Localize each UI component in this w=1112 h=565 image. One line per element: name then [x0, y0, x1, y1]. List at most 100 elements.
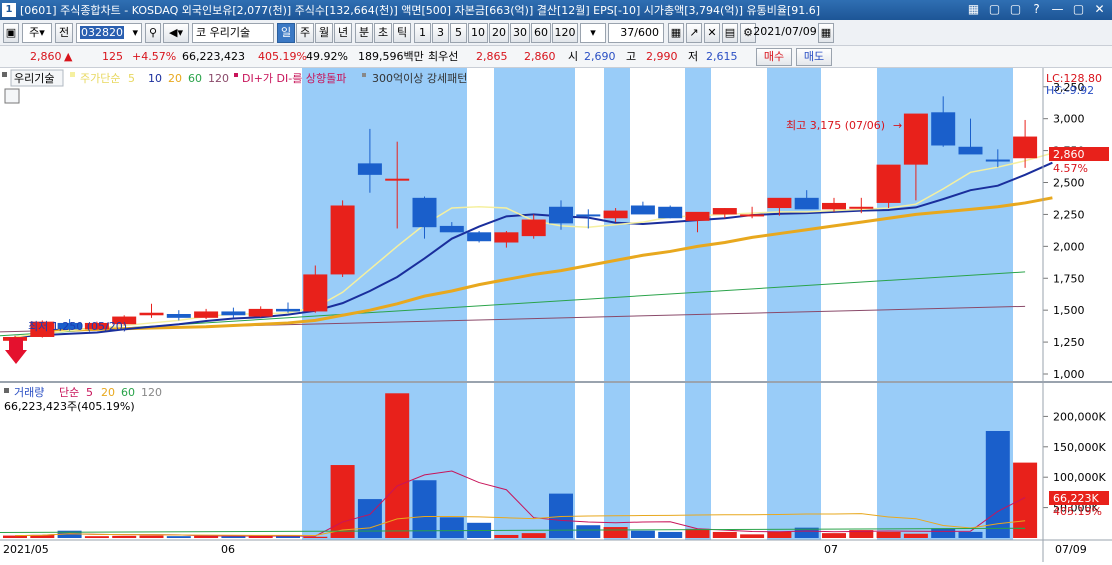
period-week-button[interactable]: 주: [296, 23, 314, 43]
candle-body[interactable]: [958, 146, 983, 155]
period-month-button[interactable]: 월: [315, 23, 333, 43]
line-tool-icon[interactable]: ↗: [686, 23, 702, 43]
help-icon[interactable]: ?: [1028, 1, 1045, 18]
minute-5-button[interactable]: 5: [450, 23, 467, 43]
candle-body[interactable]: [248, 308, 273, 317]
candle-body[interactable]: [903, 113, 928, 165]
grid-icon[interactable]: ▦: [668, 23, 684, 43]
candle-body[interactable]: [494, 232, 519, 243]
volume-bar[interactable]: [494, 534, 519, 538]
candle-body[interactable]: [685, 211, 710, 221]
volume-bar[interactable]: [958, 531, 983, 538]
minute-1-button[interactable]: 1: [414, 23, 431, 43]
candle-body[interactable]: [1013, 136, 1038, 159]
candle-body[interactable]: [194, 311, 219, 318]
count-field[interactable]: 37/600: [608, 23, 664, 43]
candle-body[interactable]: [467, 232, 492, 242]
volume-bar[interactable]: [521, 533, 546, 538]
candle-body[interactable]: [330, 205, 355, 275]
candle-body[interactable]: [576, 214, 601, 217]
volume-bar[interactable]: [385, 393, 410, 538]
candle-body[interactable]: [658, 206, 683, 219]
candle-body[interactable]: [549, 206, 573, 224]
candle-body[interactable]: [357, 163, 382, 175]
candle-body[interactable]: [985, 159, 1010, 162]
volume-bar[interactable]: [658, 531, 683, 538]
volume-bar[interactable]: [139, 535, 164, 538]
close-icon[interactable]: ✕: [1091, 1, 1108, 18]
stock-name-field[interactable]: 코 우리기술: [192, 23, 274, 43]
minimize-icon[interactable]: —: [1049, 1, 1066, 18]
app-icon[interactable]: 1: [2, 3, 16, 17]
minute-10-button[interactable]: 10: [468, 23, 488, 43]
all-button[interactable]: 전: [55, 23, 73, 43]
speaker-icon[interactable]: ◀▾: [163, 23, 189, 43]
volume-bar[interactable]: [166, 536, 191, 538]
candle-body[interactable]: [876, 164, 901, 203]
candle-body[interactable]: [412, 197, 437, 228]
volume-bar[interactable]: [903, 533, 928, 538]
minute-120-button[interactable]: 120: [552, 23, 578, 43]
volume-bar[interactable]: [740, 534, 765, 538]
volume-bar[interactable]: [931, 528, 956, 538]
volume-bar[interactable]: [439, 517, 464, 538]
candle-body[interactable]: [603, 210, 628, 219]
candle-body[interactable]: [139, 312, 164, 316]
price-volume-chart[interactable]: 3,2503,0002,7502,5002,2502,0001,7501,500…: [0, 68, 1112, 562]
minute-3-button[interactable]: 3: [432, 23, 449, 43]
period-tick-button[interactable]: 틱: [393, 23, 411, 43]
sell-button[interactable]: 매도: [796, 48, 832, 66]
period-minute-button[interactable]: 분: [355, 23, 373, 43]
candle-body[interactable]: [712, 208, 737, 215]
candle-body[interactable]: [740, 214, 765, 217]
candle-body[interactable]: [521, 219, 546, 237]
date-field[interactable]: 2021/07/09: [750, 23, 820, 43]
volume-bar[interactable]: [630, 530, 655, 538]
candle-body[interactable]: [849, 206, 874, 209]
period-second-button[interactable]: 초: [374, 23, 392, 43]
candle-body[interactable]: [276, 308, 300, 312]
period-day-button[interactable]: 일: [277, 23, 295, 43]
search-icon[interactable]: ⚲: [145, 23, 161, 43]
volume-bar[interactable]: [412, 480, 437, 538]
candle-body[interactable]: [221, 311, 246, 316]
period-year-button[interactable]: 년: [334, 23, 352, 43]
candle-body[interactable]: [303, 274, 328, 312]
candle-body[interactable]: [767, 197, 792, 209]
code-input[interactable]: 032820 ▾: [76, 23, 142, 43]
volume-bar[interactable]: [712, 531, 737, 538]
link-icon[interactable]: ▣: [3, 23, 19, 43]
candle-body[interactable]: [166, 314, 191, 318]
candle-body[interactable]: [931, 112, 956, 146]
volume-bar[interactable]: [84, 536, 109, 538]
volume-bar[interactable]: [985, 430, 1010, 538]
candle-body[interactable]: [794, 197, 819, 210]
volume-bar[interactable]: [330, 465, 355, 538]
copy-icon[interactable]: ▢: [1007, 1, 1024, 18]
type-select[interactable]: 주▾: [22, 23, 52, 43]
volume-bar[interactable]: [112, 535, 137, 538]
minute-20-button[interactable]: 20: [489, 23, 509, 43]
volume-bar[interactable]: [603, 527, 628, 538]
layout-icon[interactable]: ▦: [965, 1, 982, 18]
candle-body[interactable]: [385, 178, 410, 181]
maximize-icon[interactable]: ▢: [1070, 1, 1087, 18]
restore-icon[interactable]: ▢: [986, 1, 1003, 18]
minute-30-button[interactable]: 30: [510, 23, 530, 43]
save-icon[interactable]: ▤: [722, 23, 738, 43]
chart-area[interactable]: 3,2503,0002,7502,5002,2502,0001,7501,500…: [0, 68, 1112, 562]
volume-bar[interactable]: [767, 531, 792, 538]
candle-body[interactable]: [630, 205, 655, 215]
candle-body[interactable]: [822, 202, 846, 210]
indicator-icon[interactable]: ✕: [704, 23, 720, 43]
calendar-icon[interactable]: ▦: [818, 23, 834, 43]
volume-bar[interactable]: [549, 493, 573, 538]
buy-button[interactable]: 매수: [756, 48, 792, 66]
custom-minute-select[interactable]: ▾: [580, 23, 606, 43]
volume-bar[interactable]: [576, 525, 601, 538]
volume-bar[interactable]: [221, 536, 246, 538]
volume-bar[interactable]: [876, 531, 901, 538]
volume-bar[interactable]: [822, 533, 846, 538]
table-icon[interactable]: [4, 88, 20, 104]
volume-bar[interactable]: [685, 528, 710, 538]
